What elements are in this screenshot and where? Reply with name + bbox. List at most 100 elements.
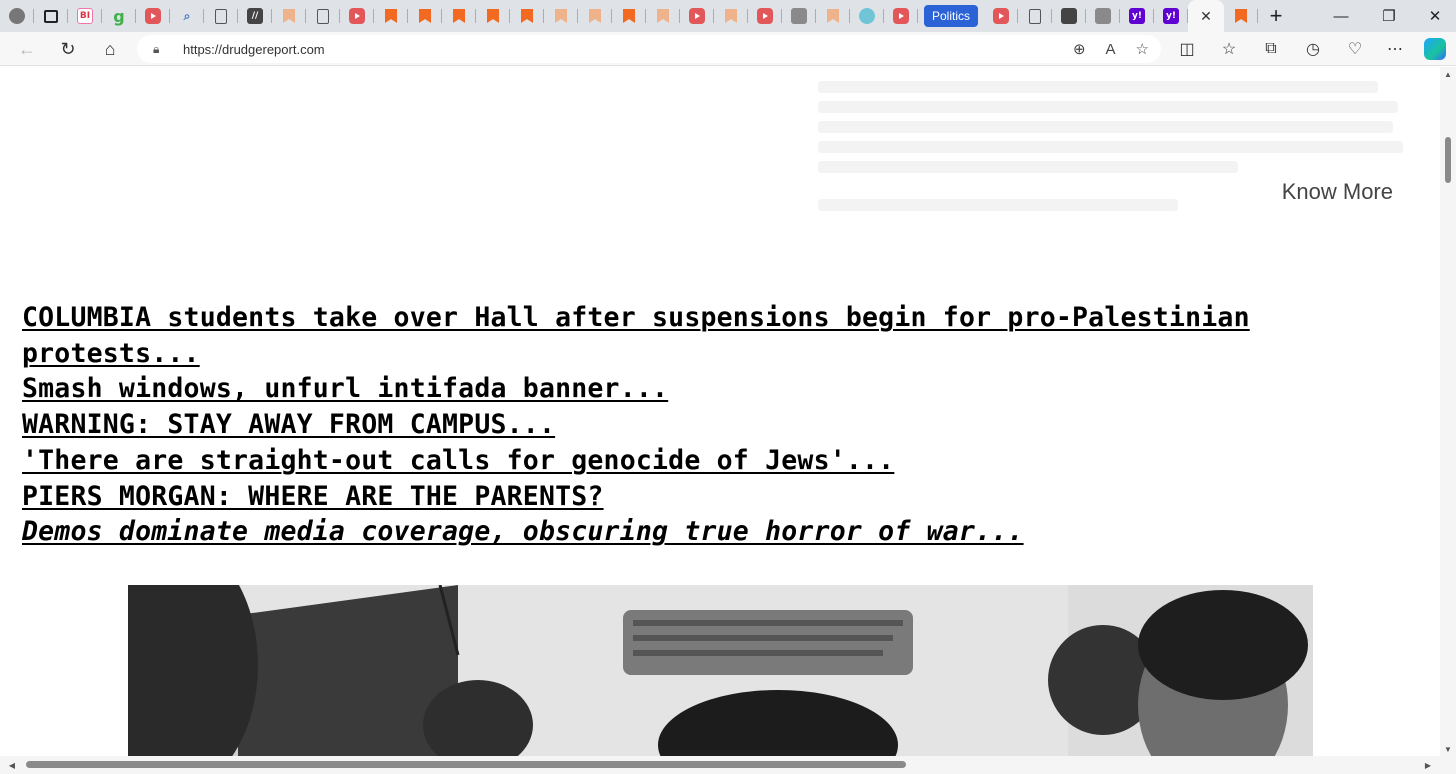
ad-faded-text — [818, 81, 1378, 93]
address-bar[interactable]: 🔒︎ https://drudgereport.com ⊕ A ☆ — [137, 35, 1161, 63]
horizontal-scrollbar[interactable]: ◀ ▶ — [0, 756, 1456, 774]
browser-tab[interactable] — [884, 0, 918, 32]
more-menu-icon[interactable]: ⋯ — [1380, 35, 1410, 63]
browser-tab[interactable] — [408, 0, 442, 32]
tab-actions-icon — [44, 9, 58, 23]
browser-tab[interactable] — [646, 0, 680, 32]
browser-tab[interactable]: y! — [1120, 0, 1155, 32]
vertical-scrollbar[interactable]: ▲ ▼ — [1440, 67, 1456, 756]
back-icon[interactable]: ← — [12, 35, 42, 63]
know-more-link[interactable]: Know More — [1282, 179, 1393, 205]
browser-tab[interactable] — [0, 0, 34, 32]
zoom-icon[interactable]: ⊕ — [1073, 40, 1086, 58]
navigation-bar: ← ↻ ⌂ 🔒︎ https://drudgereport.com ⊕ A ☆ … — [0, 32, 1456, 66]
browser-tab[interactable] — [984, 0, 1019, 32]
ad-faded-text — [818, 141, 1403, 153]
bookmark-icon — [451, 8, 467, 24]
browser-tab[interactable] — [612, 0, 646, 32]
bookmark-icon — [553, 8, 569, 24]
browser-tab[interactable] — [1086, 0, 1121, 32]
image-icon — [1061, 8, 1078, 24]
tab-politics[interactable]: Politics — [924, 5, 979, 27]
link-icon: // — [247, 8, 263, 24]
browser-tab[interactable] — [680, 0, 714, 32]
search-icon: ⌕ — [183, 8, 191, 23]
split-screen-icon[interactable]: ◫ — [1172, 35, 1202, 63]
podcast-icon — [145, 8, 161, 24]
browser-tab[interactable] — [442, 0, 476, 32]
headline-link[interactable]: Smash windows, unfurl intifada banner... — [22, 371, 1322, 407]
close-window-icon[interactable]: ✕ — [1412, 0, 1456, 32]
browser-tab[interactable] — [578, 0, 612, 32]
browser-tab[interactable] — [136, 0, 170, 32]
browser-tab[interactable]: y! — [1154, 0, 1189, 32]
browser-tab[interactable] — [1018, 0, 1053, 32]
browser-tab[interactable]: g — [102, 0, 136, 32]
bookmark-icon — [485, 8, 501, 24]
vertical-scroll-thumb[interactable] — [1445, 137, 1451, 183]
scroll-down-arrow-icon[interactable]: ▼ — [1440, 742, 1456, 756]
browser-tab[interactable] — [782, 0, 816, 32]
headline-link[interactable]: PIERS MORGAN: WHERE ARE THE PARENTS? — [22, 479, 1322, 515]
home-icon[interactable]: ⌂ — [95, 35, 125, 63]
browser-tab[interactable] — [714, 0, 748, 32]
document-icon — [317, 8, 329, 24]
browser-tab[interactable]: // — [238, 0, 272, 32]
copilot-icon[interactable] — [1420, 35, 1450, 63]
lock-icon[interactable]: 🔒︎ — [153, 42, 167, 57]
bookmark-icon — [825, 8, 841, 24]
browser-tab[interactable]: ⌕ — [170, 0, 204, 32]
browser-essentials-icon[interactable]: ♡ — [1340, 35, 1370, 63]
url-text[interactable]: https://drudgereport.com — [183, 42, 325, 57]
browser-tab[interactable] — [204, 0, 238, 32]
bookmark-icon — [383, 8, 399, 24]
favorites-icon[interactable]: ☆ — [1214, 35, 1244, 63]
browser-tab[interactable] — [1052, 0, 1087, 32]
scroll-up-arrow-icon[interactable]: ▲ — [1440, 67, 1456, 81]
bookmark-icon — [723, 8, 739, 24]
browser-tab[interactable] — [510, 0, 544, 32]
headline-link[interactable]: 'There are straight-out calls for genoci… — [22, 443, 1322, 479]
read-aloud-icon[interactable]: A — [1106, 41, 1116, 58]
browser-tab[interactable] — [272, 0, 306, 32]
protest-photo-image — [128, 585, 1313, 756]
favorite-star-icon[interactable]: ☆ — [1136, 40, 1149, 58]
headline-list: COLUMBIA students take over Hall after s… — [22, 300, 1322, 550]
browser-tab[interactable] — [34, 0, 68, 32]
minimize-icon[interactable]: — — [1318, 0, 1364, 32]
history-icon[interactable]: ◷ — [1298, 35, 1328, 63]
headline-link[interactable]: COLUMBIA students take over Hall after s… — [22, 300, 1322, 371]
restore-icon[interactable]: ❐ — [1366, 0, 1412, 32]
yahoo-icon: y! — [1129, 8, 1146, 24]
browser-tab[interactable]: BI — [68, 0, 102, 32]
active-tab[interactable]: ✕ — [1188, 0, 1225, 32]
headline-link[interactable]: WARNING: STAY AWAY FROM CAMPUS... — [22, 407, 1322, 443]
bookmark-icon — [587, 8, 603, 24]
scroll-right-arrow-icon[interactable]: ▶ — [1420, 756, 1436, 774]
horizontal-scroll-thumb[interactable] — [26, 761, 906, 768]
browser-tab[interactable] — [374, 0, 408, 32]
browser-tab[interactable] — [1224, 0, 1259, 32]
browser-tab[interactable] — [850, 0, 884, 32]
browser-tab[interactable] — [340, 0, 374, 32]
collections-icon[interactable]: ⧉ — [1256, 35, 1286, 63]
browser-tab[interactable] — [544, 0, 578, 32]
scroll-left-arrow-icon[interactable]: ◀ — [4, 756, 20, 774]
bookmark-icon — [1233, 8, 1249, 24]
browser-tab[interactable] — [306, 0, 340, 32]
advertisement[interactable]: Know More — [818, 67, 1408, 227]
news-icon — [791, 8, 807, 24]
refresh-icon[interactable]: ↻ — [53, 35, 83, 63]
browser-tab[interactable] — [816, 0, 850, 32]
chat-icon — [859, 8, 875, 24]
bookmark-icon — [417, 8, 433, 24]
browser-tab[interactable] — [476, 0, 510, 32]
browser-tab[interactable] — [748, 0, 782, 32]
close-tab-icon[interactable]: ✕ — [1200, 8, 1212, 25]
profile-icon — [9, 8, 25, 24]
bookmark-icon — [655, 8, 671, 24]
headline-link[interactable]: Demos dominate media coverage, obscuring… — [22, 514, 1322, 550]
news-photo[interactable] — [128, 585, 1313, 756]
new-tab-button[interactable]: + — [1258, 0, 1294, 32]
yahoo-icon: y! — [1163, 8, 1180, 24]
